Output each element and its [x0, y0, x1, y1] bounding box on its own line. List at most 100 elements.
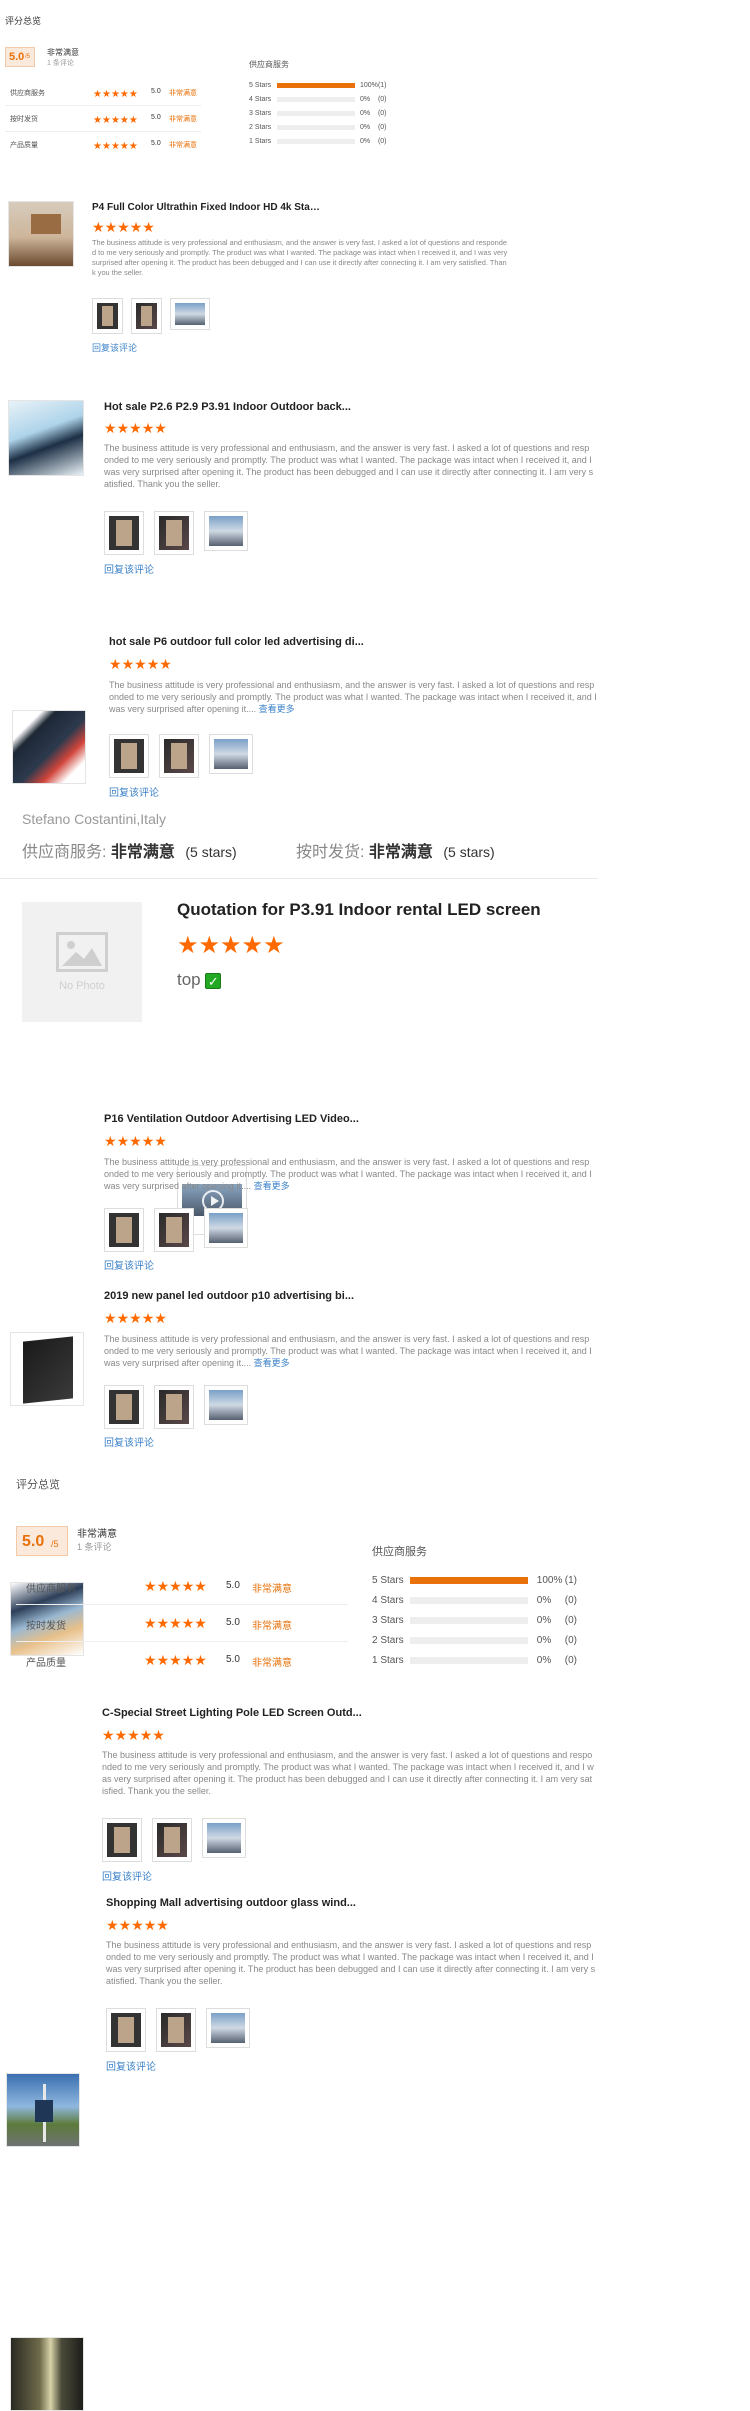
reply-link[interactable]: 回复该评论 [102, 1868, 152, 1883]
review-photos [109, 734, 253, 778]
review-product-title[interactable]: P4 Full Color Ultrathin Fixed Indoor HD … [92, 202, 322, 213]
star-icon: ★ [142, 219, 155, 235]
review-photo[interactable] [104, 1208, 144, 1252]
review-photo[interactable] [204, 1385, 248, 1425]
star-icon: ★ [129, 420, 142, 436]
star-icon: ★ [109, 656, 122, 672]
quote-title[interactable]: Quotation for P3.91 Indoor rental LED sc… [177, 900, 541, 920]
row-value: 5.0 [151, 114, 161, 121]
distribution-row: 2 Stars 0% (0) [249, 124, 387, 138]
review-photo[interactable] [152, 1818, 192, 1862]
reply-link[interactable]: 回复该评论 [92, 341, 137, 354]
review-text: The business attitude is very profession… [92, 238, 508, 277]
dist-label: 1 Stars [249, 138, 272, 145]
reply-link[interactable]: 回复该评论 [104, 561, 154, 576]
product-image[interactable] [10, 2337, 84, 2411]
review-photo[interactable] [102, 1818, 142, 1862]
dist-percent: 0% [359, 96, 371, 103]
review-photo[interactable] [104, 511, 144, 555]
reply-link[interactable]: 回复该评论 [104, 1257, 154, 1272]
dist-bar [277, 110, 355, 116]
review-text-short: The business attitude is very profession… [104, 1157, 592, 1192]
star-icon: ★ [152, 1727, 165, 1743]
review-photo[interactable] [104, 1385, 144, 1429]
product-image[interactable] [6, 2073, 80, 2147]
reply-link[interactable]: 回复该评论 [104, 1434, 154, 1449]
dist-percent: 0% [536, 1615, 552, 1626]
review-photo[interactable] [156, 2008, 196, 2052]
summary-rows: 供应商服务 ★★★★★ 5.0 非常满意 按时发货 ★★★★★ 5.0 非常满意… [16, 1568, 348, 1678]
review-photo[interactable] [106, 2008, 146, 2052]
row-verdict: 非常满意 [169, 90, 197, 97]
star-icon: ★ [131, 1917, 144, 1933]
star-icon: ★ [139, 1727, 153, 1743]
buyer-shipping-rating: 按时发货: 非常满意 (5 stars) [296, 838, 495, 862]
row-verdict: 非常满意 [169, 142, 197, 149]
dist-percent: 0% [359, 124, 371, 131]
reply-link[interactable]: 回复该评论 [109, 784, 159, 799]
see-more-link[interactable]: 查看更多 [254, 1181, 290, 1191]
dist-count: (0) [564, 1615, 578, 1626]
review-stars: ★★★★★ [106, 1918, 169, 1932]
dist-count: (0) [564, 1635, 578, 1646]
row-verdict: 非常满意 [252, 1658, 292, 1669]
review-text: The business attitude is very profession… [109, 679, 597, 715]
review-product-title[interactable]: Shopping Mall advertising outdoor glass … [106, 1897, 366, 1909]
review-product-title[interactable]: C-Special Street Lighting Pole LED Scree… [102, 1707, 362, 1719]
review-photo[interactable] [92, 298, 123, 334]
divider [0, 878, 598, 879]
star-icon: ★ [154, 420, 167, 436]
review-photo[interactable] [204, 511, 248, 551]
dist-count: (0) [377, 96, 387, 103]
star-icon: ★ [116, 420, 130, 436]
see-more-link[interactable]: 查看更多 [259, 704, 295, 714]
star-icon: ★ [118, 1917, 132, 1933]
distribution-row: 3 Stars 0% (0) [249, 110, 387, 124]
row-label: 产品质量 [10, 142, 38, 149]
star-icon: ★ [102, 1727, 115, 1743]
service-value: 非常满意 [110, 844, 175, 861]
summary-row: 按时发货 ★★★★★ 5.0 非常满意 [16, 1605, 348, 1642]
review-photo[interactable] [206, 2008, 250, 2048]
product-image[interactable] [10, 1332, 84, 1406]
review-photo[interactable] [131, 298, 162, 334]
star-icon: ★ [154, 1133, 167, 1149]
dist-bar [277, 96, 355, 102]
distribution-row: 1 Stars 0% (0) [372, 1655, 577, 1675]
distribution-title: 供应商服务 [372, 1546, 427, 1558]
review-product-title[interactable]: 2019 new panel led outdoor p10 advertisi… [104, 1290, 364, 1302]
dist-label: 4 Stars [372, 1595, 404, 1606]
star-icon: ★ [104, 219, 118, 235]
review-photo[interactable] [170, 298, 210, 330]
star-icon: ★ [116, 1133, 130, 1149]
product-image[interactable] [8, 201, 74, 267]
review-photo[interactable] [204, 1208, 248, 1248]
star-icon: ★ [129, 219, 143, 235]
image-placeholder-icon [56, 932, 108, 972]
distribution-row: 4 Stars 0% (0) [249, 96, 387, 110]
review-text: The business attitude is very profession… [102, 1750, 594, 1797]
review-product-title[interactable]: Hot sale P2.6 P2.9 P3.91 Indoor Outdoor … [104, 401, 354, 413]
product-image[interactable] [8, 400, 84, 476]
star-icon: ★ [143, 1917, 157, 1933]
reply-link[interactable]: 回复该评论 [106, 2058, 156, 2073]
see-more-link[interactable]: 查看更多 [254, 1358, 290, 1368]
review-product-title[interactable]: hot sale P6 outdoor full color led adver… [109, 636, 369, 648]
review-photo[interactable] [159, 734, 199, 778]
review-photo[interactable] [154, 511, 194, 555]
review-photo[interactable] [154, 1208, 194, 1252]
review-photo[interactable] [154, 1385, 194, 1429]
dist-bar [410, 1636, 528, 1644]
star-icon: ★ [129, 1310, 142, 1326]
star-icon: ★ [117, 219, 130, 235]
dist-count: (0) [377, 124, 387, 131]
review-count: 1 条评论 [47, 60, 74, 67]
star-icon: ★ [177, 932, 199, 959]
review-photo[interactable] [202, 1818, 246, 1858]
review-photo[interactable] [209, 734, 253, 774]
review-photo[interactable] [109, 734, 149, 778]
review-product-title[interactable]: P16 Ventilation Outdoor Advertising LED … [104, 1113, 364, 1125]
product-image[interactable] [12, 710, 86, 784]
dist-label: 3 Stars [372, 1615, 404, 1626]
dist-count: (1) [564, 1575, 578, 1586]
